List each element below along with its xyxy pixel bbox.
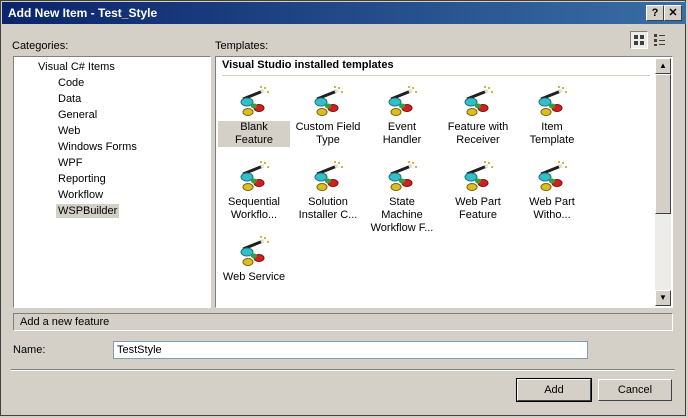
template-label-line2: Workflo... xyxy=(230,209,278,221)
feature-wand-icon xyxy=(240,236,269,266)
template-feature-with-receiver[interactable]: Feature with Receiver xyxy=(442,85,514,147)
category-visual-csharp-items[interactable]: Visual C# Items xyxy=(36,60,117,74)
template-custom-field-type[interactable]: Custom Field Type xyxy=(292,85,364,147)
category-code[interactable]: Code xyxy=(56,76,86,90)
close-button[interactable]: ✕ xyxy=(664,5,682,21)
template-label-line1: Solution xyxy=(308,196,348,208)
template-web-part-without[interactable]: Web Part Witho... xyxy=(516,160,588,222)
feature-wand-icon xyxy=(388,161,417,191)
template-label-line1: Web Part xyxy=(529,196,575,208)
template-label-line1: State Machine xyxy=(381,196,423,221)
template-event-handler[interactable]: Event Handler xyxy=(366,85,438,147)
template-item-template[interactable]: Item Template xyxy=(516,85,588,147)
template-blank-feature[interactable]: Blank Feature xyxy=(218,85,290,147)
large-icons-view-button[interactable] xyxy=(630,31,648,49)
template-label: Blank Feature xyxy=(218,121,290,147)
add-button[interactable]: Add xyxy=(516,378,592,402)
name-label: Name: xyxy=(13,344,46,356)
templates-header-divider xyxy=(222,75,650,76)
feature-wand-icon xyxy=(240,86,269,116)
template-label: Web Service xyxy=(222,271,286,283)
category-wspbuilder[interactable]: WSPBuilder xyxy=(56,204,120,218)
template-label-line2: Installer C... xyxy=(298,209,358,221)
category-workflow[interactable]: Workflow xyxy=(56,188,105,202)
window-title: Add New Item - Test_Style xyxy=(8,6,158,20)
template-label-line2: Receiver xyxy=(456,134,500,146)
template-label-line1: Custom Field xyxy=(295,121,361,133)
template-web-part-feature[interactable]: Web Part Feature xyxy=(442,160,514,222)
category-windows-forms[interactable]: Windows Forms xyxy=(56,140,139,154)
template-solution-installer[interactable]: Solution Installer C... xyxy=(292,160,364,222)
add-new-item-dialog: Add New Item - Test_Style ? ✕ Categories… xyxy=(0,0,686,416)
cancel-button[interactable]: Cancel xyxy=(598,379,672,401)
templates-list[interactable]: Visual Studio installed templates Blank … xyxy=(215,56,673,308)
scroll-thumb[interactable] xyxy=(655,74,671,214)
template-description: Add a new feature xyxy=(13,313,673,331)
categories-tree[interactable]: Visual C# Items Code Data General Web Wi… xyxy=(13,56,211,308)
list-view-icon xyxy=(654,34,665,46)
template-state-machine-workflow[interactable]: State Machine Workflow F... xyxy=(366,160,438,235)
categories-label: Categories: xyxy=(12,40,69,52)
scroll-down-button[interactable]: ▼ xyxy=(655,290,671,306)
template-label-line2: Feature xyxy=(459,209,497,221)
template-label-line1: Feature with xyxy=(447,121,509,133)
template-label: Event Handler xyxy=(382,121,422,146)
template-label-line2: Witho... xyxy=(533,209,571,221)
template-web-service[interactable]: Web Service xyxy=(218,235,290,284)
category-data[interactable]: Data xyxy=(56,92,83,106)
name-input[interactable] xyxy=(113,341,588,359)
footer-divider xyxy=(11,369,675,371)
category-wpf[interactable]: WPF xyxy=(56,156,84,170)
template-label-line2: Type xyxy=(316,134,340,146)
title-bar: Add New Item - Test_Style ? ✕ xyxy=(2,2,686,24)
feature-wand-icon xyxy=(314,161,343,191)
category-web[interactable]: Web xyxy=(56,124,82,138)
feature-wand-icon xyxy=(240,161,269,191)
template-label: Item Template xyxy=(529,121,575,146)
large-icons-view-icon xyxy=(634,35,644,45)
category-general[interactable]: General xyxy=(56,108,99,122)
scroll-up-button[interactable]: ▲ xyxy=(655,58,671,74)
templates-vertical-scrollbar[interactable]: ▲ ▼ xyxy=(655,58,671,306)
feature-wand-icon xyxy=(314,86,343,116)
template-label-line1: Sequential xyxy=(228,196,280,208)
feature-wand-icon xyxy=(538,161,567,191)
feature-wand-icon xyxy=(538,86,567,116)
template-sequential-workflow[interactable]: Sequential Workflo... xyxy=(218,160,290,222)
category-reporting[interactable]: Reporting xyxy=(56,172,108,186)
feature-wand-icon xyxy=(464,161,493,191)
feature-wand-icon xyxy=(388,86,417,116)
template-label-line1: Web Part xyxy=(455,196,501,208)
feature-wand-icon xyxy=(464,86,493,116)
templates-group-header: Visual Studio installed templates xyxy=(222,59,394,71)
list-view-button[interactable] xyxy=(652,31,670,49)
templates-label: Templates: xyxy=(215,40,269,52)
help-button[interactable]: ? xyxy=(646,5,664,21)
template-label-line2: Workflow F... xyxy=(370,222,434,234)
